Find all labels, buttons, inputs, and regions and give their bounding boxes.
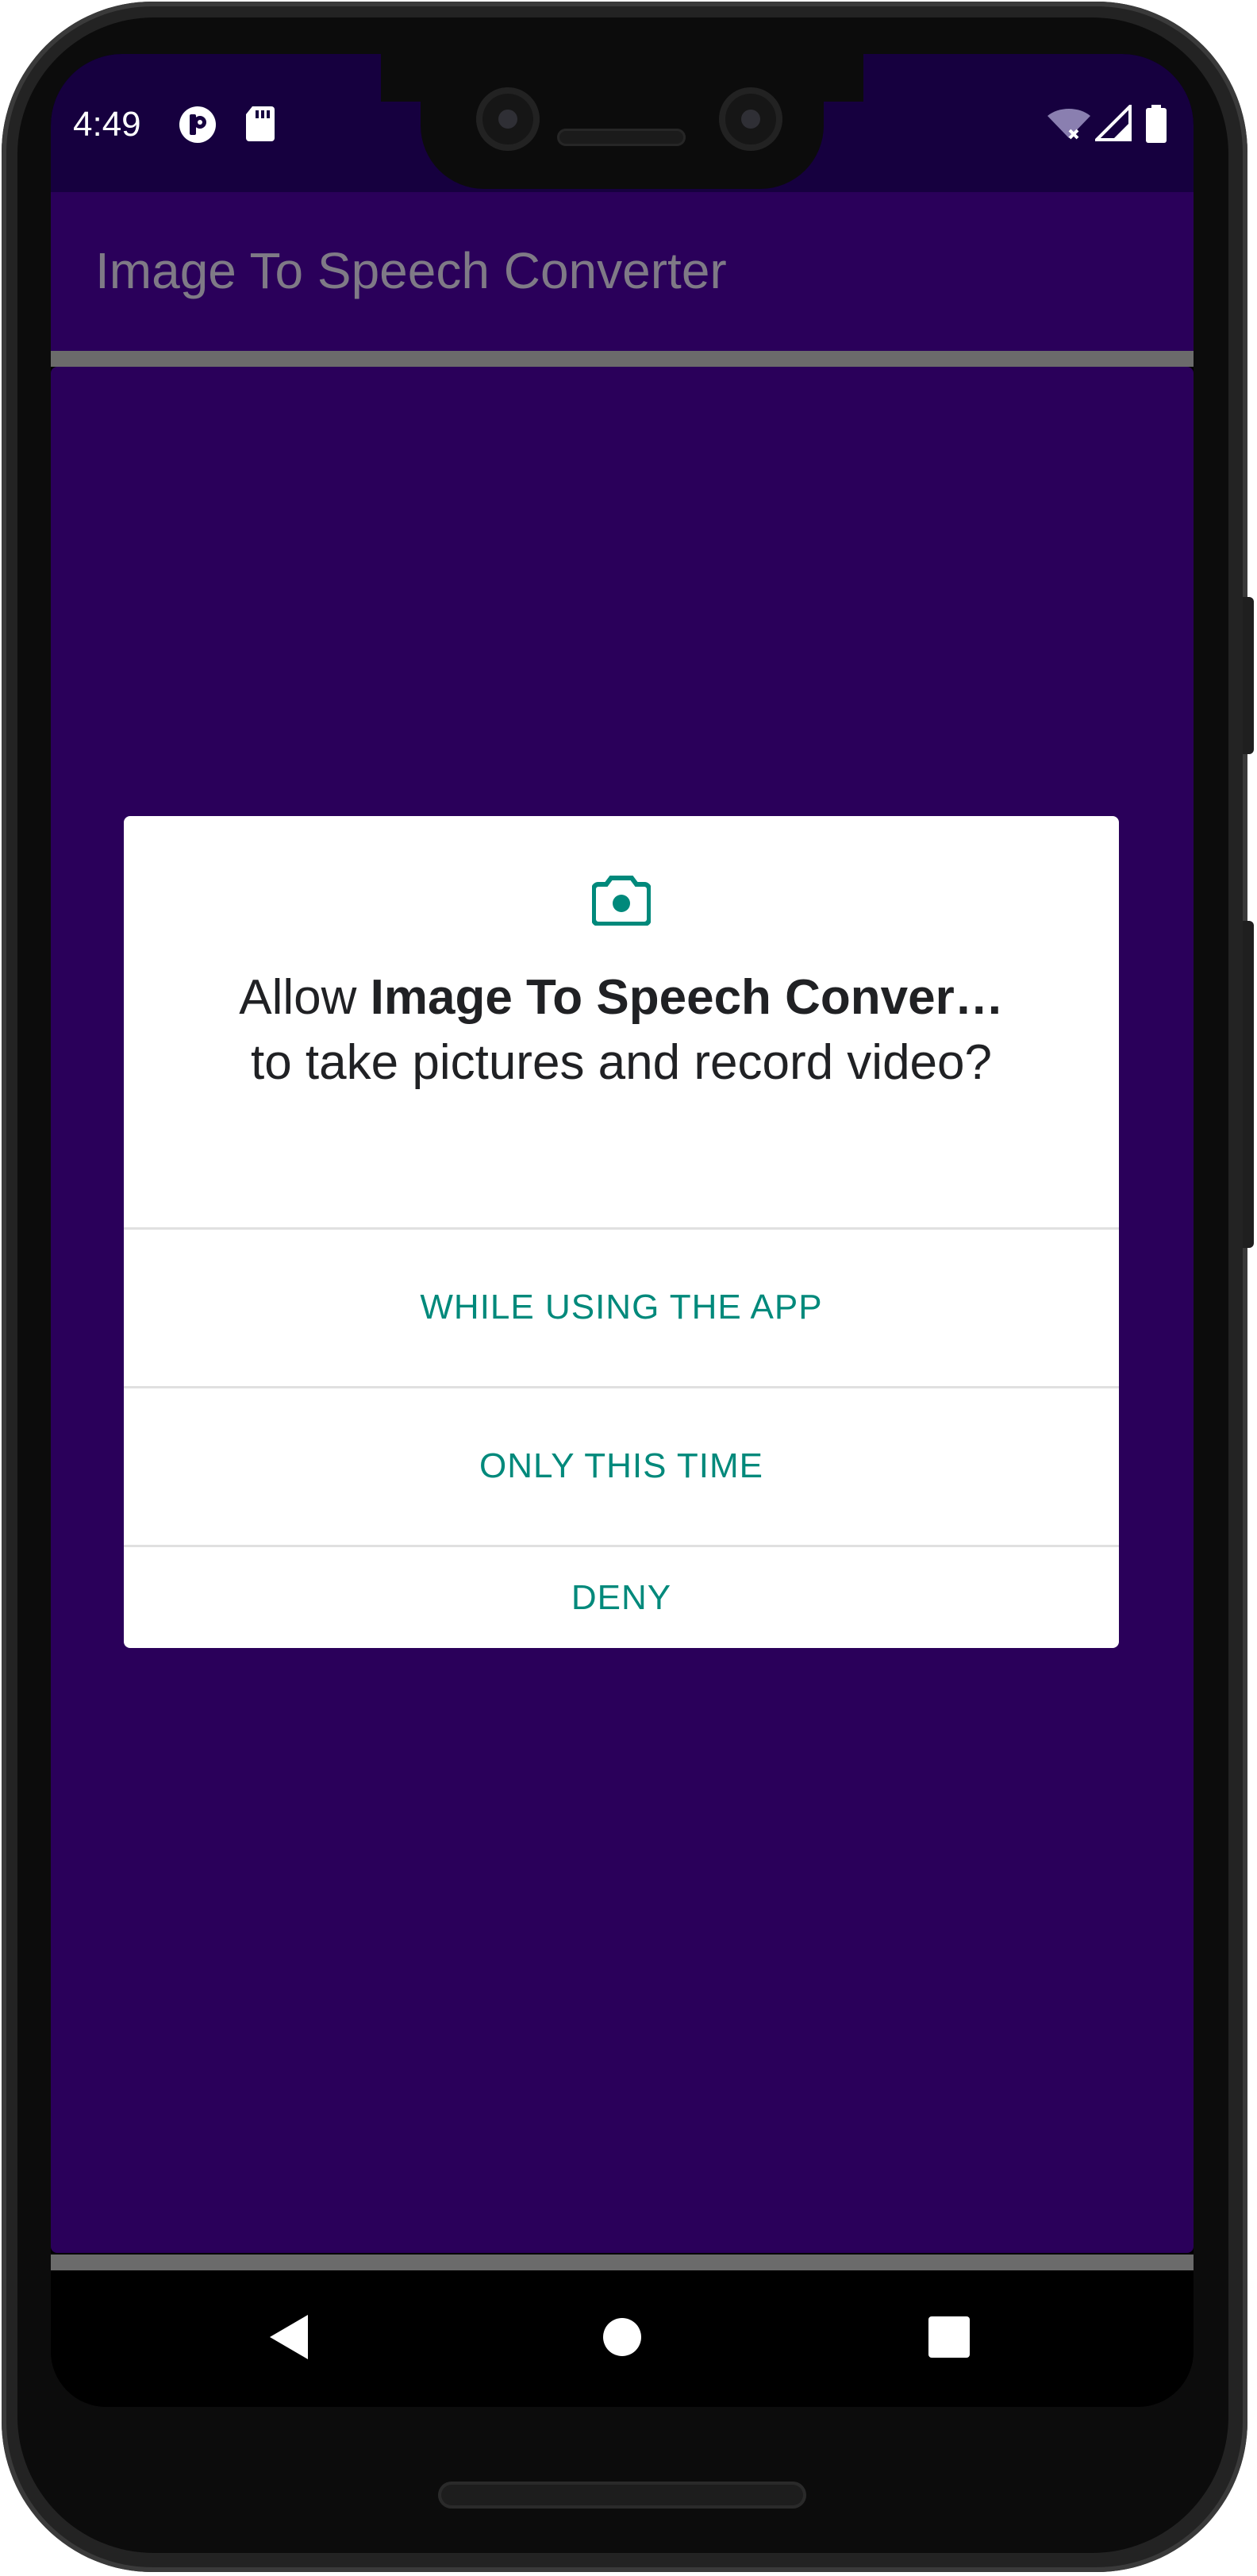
while-using-app-button[interactable]: WHILE USING THE APP (124, 1230, 1119, 1385)
device-frame: 4:49 Image To Speech Converter Allow Ima… (0, 0, 1257, 2576)
navigation-bar (51, 2270, 1194, 2407)
dialog-message: Allow Image To Speech Conver… to take pi… (124, 965, 1119, 1095)
battery-icon (1144, 105, 1168, 148)
camera-icon (591, 875, 652, 930)
bottom-speaker (438, 2482, 806, 2509)
front-camera-right (719, 87, 782, 151)
power-button (1243, 597, 1254, 754)
signal-icon (1093, 102, 1132, 145)
wifi-off-icon (1046, 106, 1092, 147)
divider-strip-bottom (51, 2254, 1194, 2270)
home-icon (602, 2316, 643, 2362)
message-suffix: to take pictures and record video? (251, 1035, 992, 1090)
only-this-time-button[interactable]: ONLY THIS TIME (124, 1388, 1119, 1544)
dialog-app-name: Image To Speech Conver… (370, 970, 1004, 1025)
status-time: 4:49 (73, 105, 141, 144)
sd-card-icon (244, 105, 276, 145)
home-button[interactable] (543, 2270, 702, 2407)
earpiece-speaker (557, 129, 686, 146)
permission-dialog: Allow Image To Speech Conver… to take pi… (124, 816, 1119, 1648)
volume-button (1243, 921, 1254, 1248)
back-icon (267, 2313, 311, 2365)
message-prefix: Allow (239, 970, 371, 1025)
deny-button[interactable]: DENY (124, 1547, 1119, 1648)
divider-strip-top (51, 351, 1194, 367)
p-app-icon (178, 105, 217, 148)
back-button[interactable] (210, 2270, 368, 2407)
app-title: Image To Speech Converter (95, 242, 727, 299)
recents-button[interactable] (870, 2270, 1028, 2407)
front-camera-left (476, 87, 540, 151)
recents-icon (928, 2316, 971, 2362)
screen: 4:49 Image To Speech Converter Allow Ima… (51, 54, 1194, 2407)
